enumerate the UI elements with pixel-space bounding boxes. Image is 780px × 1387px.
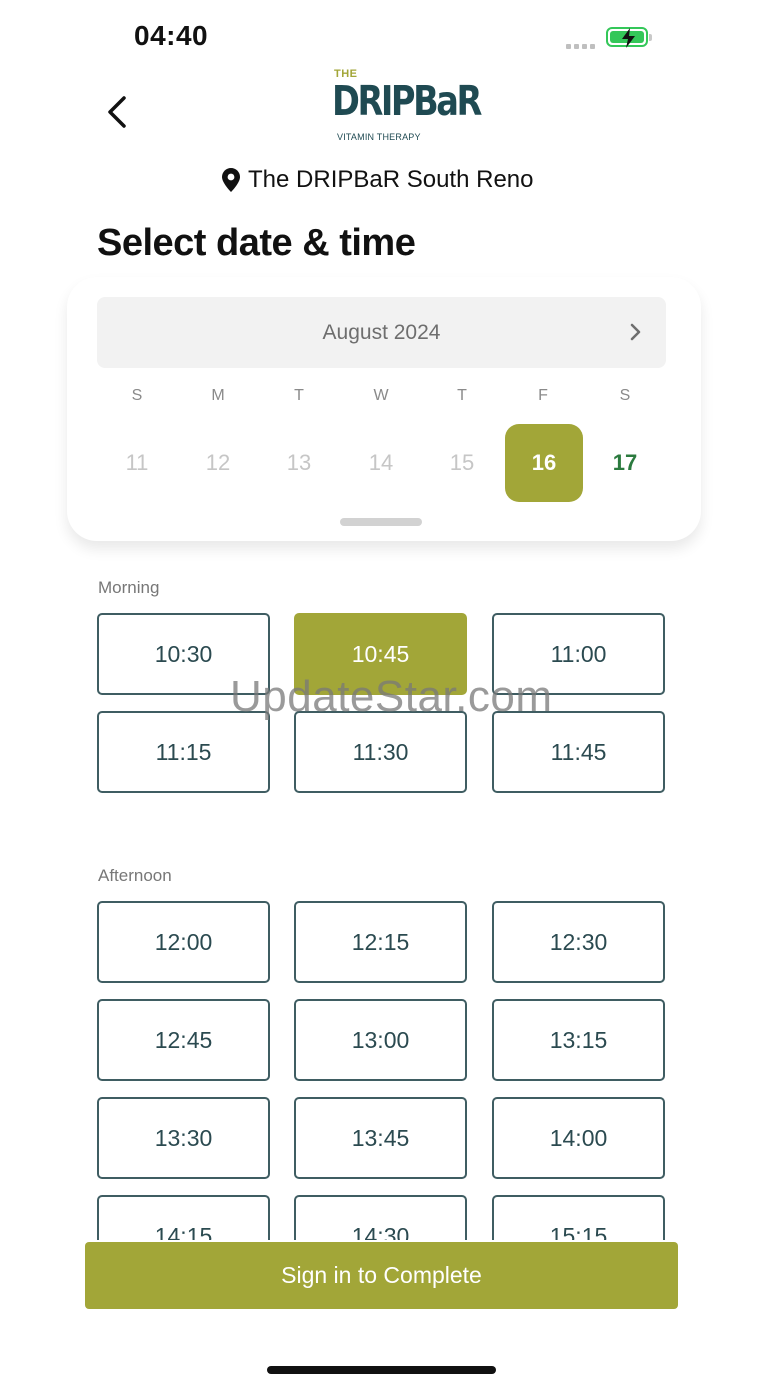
weekday-label: F xyxy=(538,387,548,404)
map-pin-icon xyxy=(222,168,240,192)
day-15: 15 xyxy=(449,450,475,475)
time-slot[interactable]: 13:00 xyxy=(294,999,467,1081)
weekday-label: M xyxy=(211,387,225,404)
month-label: August 2024 xyxy=(322,321,441,344)
time-slot[interactable]: 12:45 xyxy=(97,999,270,1081)
morning-label: Morning xyxy=(98,578,160,597)
status-time: 04:40 xyxy=(134,20,209,51)
chevron-left-icon xyxy=(108,96,126,128)
location-name: The DRIPBaR South Reno xyxy=(248,166,534,193)
home-indicator[interactable] xyxy=(267,1366,496,1374)
time-slot[interactable]: 11:30 xyxy=(294,711,467,793)
weekday-label: T xyxy=(457,387,467,404)
month-selector: August 2024 xyxy=(97,297,666,368)
weekday-label: W xyxy=(373,387,389,404)
logo-wordmark: DRIPBaR xyxy=(332,77,482,125)
time-slot[interactable]: 13:30 xyxy=(97,1097,270,1179)
logo-tagline: VITAMIN THERAPY xyxy=(337,132,421,142)
weekday-label: S xyxy=(619,387,631,404)
time-slot[interactable]: 12:30 xyxy=(492,901,665,983)
time-slot[interactable]: 14:00 xyxy=(492,1097,665,1179)
time-slot[interactable]: 11:15 xyxy=(97,711,270,793)
time-slot[interactable]: 11:45 xyxy=(492,711,665,793)
sheet-handle[interactable] xyxy=(340,518,422,526)
weekday-label: T xyxy=(294,387,304,404)
time-slot[interactable]: 13:15 xyxy=(492,999,665,1081)
day-13: 13 xyxy=(286,450,312,475)
time-slot[interactable]: 13:45 xyxy=(294,1097,467,1179)
battery-charging-icon xyxy=(606,27,652,48)
back-button[interactable] xyxy=(100,92,140,132)
day-14: 14 xyxy=(368,450,394,475)
day-11: 11 xyxy=(125,450,149,475)
dripbar-logo: THE DRIPBaR VITAMIN THERAPY xyxy=(332,68,482,146)
time-slot[interactable]: 11:00 xyxy=(492,613,665,695)
chevron-right-icon xyxy=(630,323,641,341)
location-row: The DRIPBaR South Reno xyxy=(222,166,533,194)
time-slot[interactable]: 12:15 xyxy=(294,901,467,983)
next-month-button[interactable] xyxy=(622,319,648,345)
time-slot[interactable]: 10:45 xyxy=(294,613,467,695)
page-title: Select date & time xyxy=(97,222,416,264)
afternoon-label: Afternoon xyxy=(98,866,172,885)
weekday-label: S xyxy=(131,387,143,404)
time-slot[interactable]: 10:30 xyxy=(97,613,270,695)
day-17[interactable]: 17 xyxy=(586,424,664,502)
cellular-signal-icon xyxy=(566,36,598,54)
day-12: 12 xyxy=(205,450,231,475)
sign-in-to-complete-button[interactable]: Sign in to Complete xyxy=(85,1242,678,1309)
day-16[interactable]: 16 xyxy=(505,424,583,502)
time-slot[interactable]: 12:00 xyxy=(97,901,270,983)
